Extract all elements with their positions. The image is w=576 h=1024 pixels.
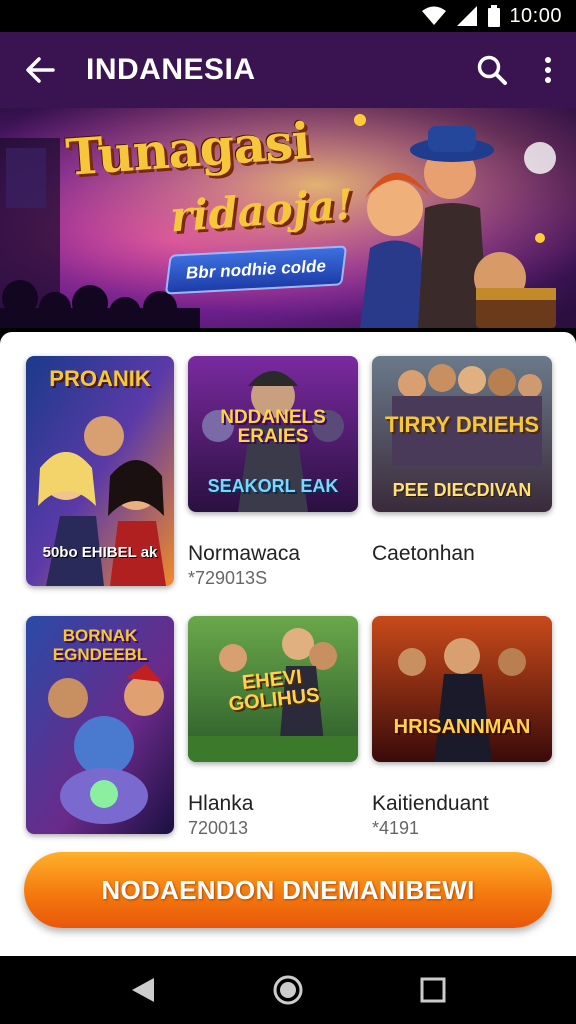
more-options-button[interactable] [520, 32, 576, 108]
search-button[interactable] [464, 32, 520, 108]
card-subtitle-art: PEE DIECDIVAN [392, 480, 532, 500]
page-title: INDANESIA [86, 53, 256, 86]
status-time: 10:00 [509, 4, 562, 27]
nav-back-icon [131, 978, 154, 1002]
game-card[interactable]: HRISANNMAN [372, 616, 552, 762]
cta-button[interactable]: NODAENDON DNEMANIBEWI [24, 852, 552, 928]
card-title-art: NDDANELS ERAIES [220, 407, 326, 447]
game-name: Hlanka [188, 792, 254, 815]
card-subtitle-art: SEAKORL EAK [207, 476, 339, 496]
search-icon [477, 55, 507, 85]
game-meta: 720013 [188, 818, 249, 838]
game-cover-image [372, 616, 552, 762]
card-title-art: HRISANNMAN [393, 716, 531, 738]
game-card[interactable]: BORNAK EGNDEEBL [26, 616, 174, 834]
game-card[interactable]: TIRRY DRIEHS PEE DIECDIVAN [372, 356, 552, 512]
cta-label: NODAENDON DNEMANIBEWI [101, 874, 475, 905]
game-meta: *4191 [372, 818, 420, 838]
card-title-art: PROANIK [49, 366, 151, 391]
more-vert-icon [545, 57, 551, 83]
game-card[interactable]: PROANIK 50bo EHIBEL ak [26, 356, 174, 586]
game-meta: *729013S [188, 568, 268, 588]
nav-home-icon [273, 975, 303, 1005]
status-bar: 10:00 [0, 0, 576, 32]
nav-home-button[interactable] [258, 960, 318, 1020]
nav-back-button[interactable] [113, 960, 173, 1020]
card-title-art: TIRRY DRIEHS [384, 412, 540, 437]
game-name: Caetonhan [372, 542, 475, 565]
status-icons: 10:00 [421, 4, 562, 28]
back-arrow-icon [26, 57, 55, 83]
app-bar: INDANESIA [0, 32, 576, 108]
card-title-art: BORNAK EGNDEEBL [52, 626, 148, 664]
signal-icon [457, 6, 478, 26]
card-subtitle-art: 50bo EHIBEL ak [42, 544, 158, 561]
wifi-icon [422, 6, 447, 25]
system-nav-bar [0, 956, 576, 1024]
back-button[interactable] [0, 32, 80, 108]
battery-icon [488, 5, 501, 27]
game-card[interactable]: NDDANELS ERAIES SEAKORL EAK [188, 356, 358, 512]
nav-recents-icon [420, 977, 446, 1003]
game-name: Normawaca [188, 542, 301, 565]
nav-recents-button[interactable] [403, 960, 463, 1020]
game-name: Kaitienduant [372, 792, 489, 815]
promo-banner[interactable]: Tunagasi ridaoja! Bbr nodhie colde [0, 108, 576, 328]
game-card[interactable]: EHEVI GOLIHUS [188, 616, 358, 762]
